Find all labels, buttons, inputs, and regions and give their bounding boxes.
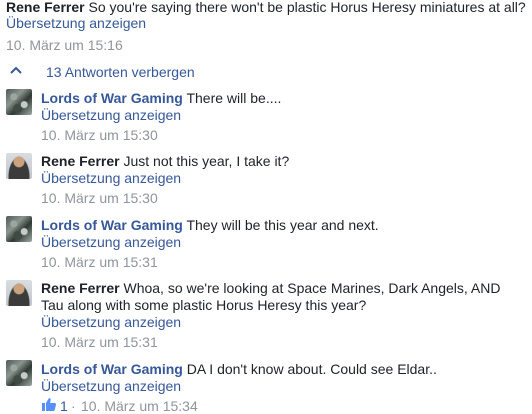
reply-text: Just not this year, I take it?	[123, 153, 290, 169]
reply-row: Lords of War Gaming DA I don't know abou…	[41, 361, 437, 377]
comment-timestamp[interactable]: 10. März um 15:16	[6, 37, 123, 53]
reply-text-line2: Tau along with some plastic Horus Heresy…	[41, 297, 367, 313]
translate-link[interactable]: Übersetzung anzeigen	[41, 170, 181, 186]
translate-link[interactable]: Übersetzung anzeigen	[41, 107, 181, 123]
reply-text: They will be this year and next.	[186, 217, 379, 233]
reply-row: Rene Ferrer Whoa, so we're looking at Sp…	[41, 280, 500, 296]
hide-replies-button[interactable]: 13 Antworten verbergen	[46, 64, 195, 80]
chevron-up-icon[interactable]	[9, 63, 23, 77]
rene-avatar[interactable]	[6, 280, 32, 306]
reply-timestamp[interactable]: 10. März um 15:31	[41, 254, 158, 270]
reply-author[interactable]: Lords of War Gaming	[41, 217, 183, 233]
comment-author[interactable]: Rene Ferrer	[6, 0, 85, 15]
top-comment: Rene Ferrer So you're saying there won't…	[6, 0, 526, 15]
translate-link[interactable]: Übersetzung anzeigen	[41, 378, 181, 394]
reply-timestamp[interactable]: 10. März um 15:34	[81, 398, 198, 414]
rene-avatar[interactable]	[6, 153, 32, 179]
comment-text: So you're saying there won't be plastic …	[88, 0, 526, 15]
reply-author[interactable]: Rene Ferrer	[41, 280, 120, 296]
reply-author[interactable]: Lords of War Gaming	[41, 90, 183, 106]
reply-timestamp[interactable]: 10. März um 15:31	[41, 334, 158, 350]
reply-row: Lords of War Gaming They will be this ye…	[41, 217, 379, 233]
reply-text: There will be....	[186, 90, 282, 106]
translate-link[interactable]: Übersetzung anzeigen	[41, 314, 181, 330]
like-count[interactable]: 1	[60, 398, 68, 414]
reply-text: DA I don't know about. Could see Eldar..	[186, 361, 437, 377]
reply-author[interactable]: Lords of War Gaming	[41, 361, 183, 377]
lords-avatar[interactable]	[6, 89, 32, 115]
reply-timestamp[interactable]: 10. März um 15:30	[41, 127, 158, 143]
meta-separator: ·	[71, 398, 76, 414]
translate-link[interactable]: Übersetzung anzeigen	[41, 234, 181, 250]
lords-avatar[interactable]	[6, 216, 32, 242]
translate-link[interactable]: Übersetzung anzeigen	[6, 15, 146, 31]
reply-text: Whoa, so we're looking at Space Marines,…	[123, 280, 501, 296]
lords-avatar[interactable]	[6, 360, 32, 386]
reply-row: Lords of War Gaming There will be....	[41, 90, 281, 106]
reply-timestamp[interactable]: 10. März um 15:30	[41, 190, 158, 206]
reply-row: Rene Ferrer Just not this year, I take i…	[41, 153, 289, 169]
reply-author[interactable]: Rene Ferrer	[41, 153, 120, 169]
